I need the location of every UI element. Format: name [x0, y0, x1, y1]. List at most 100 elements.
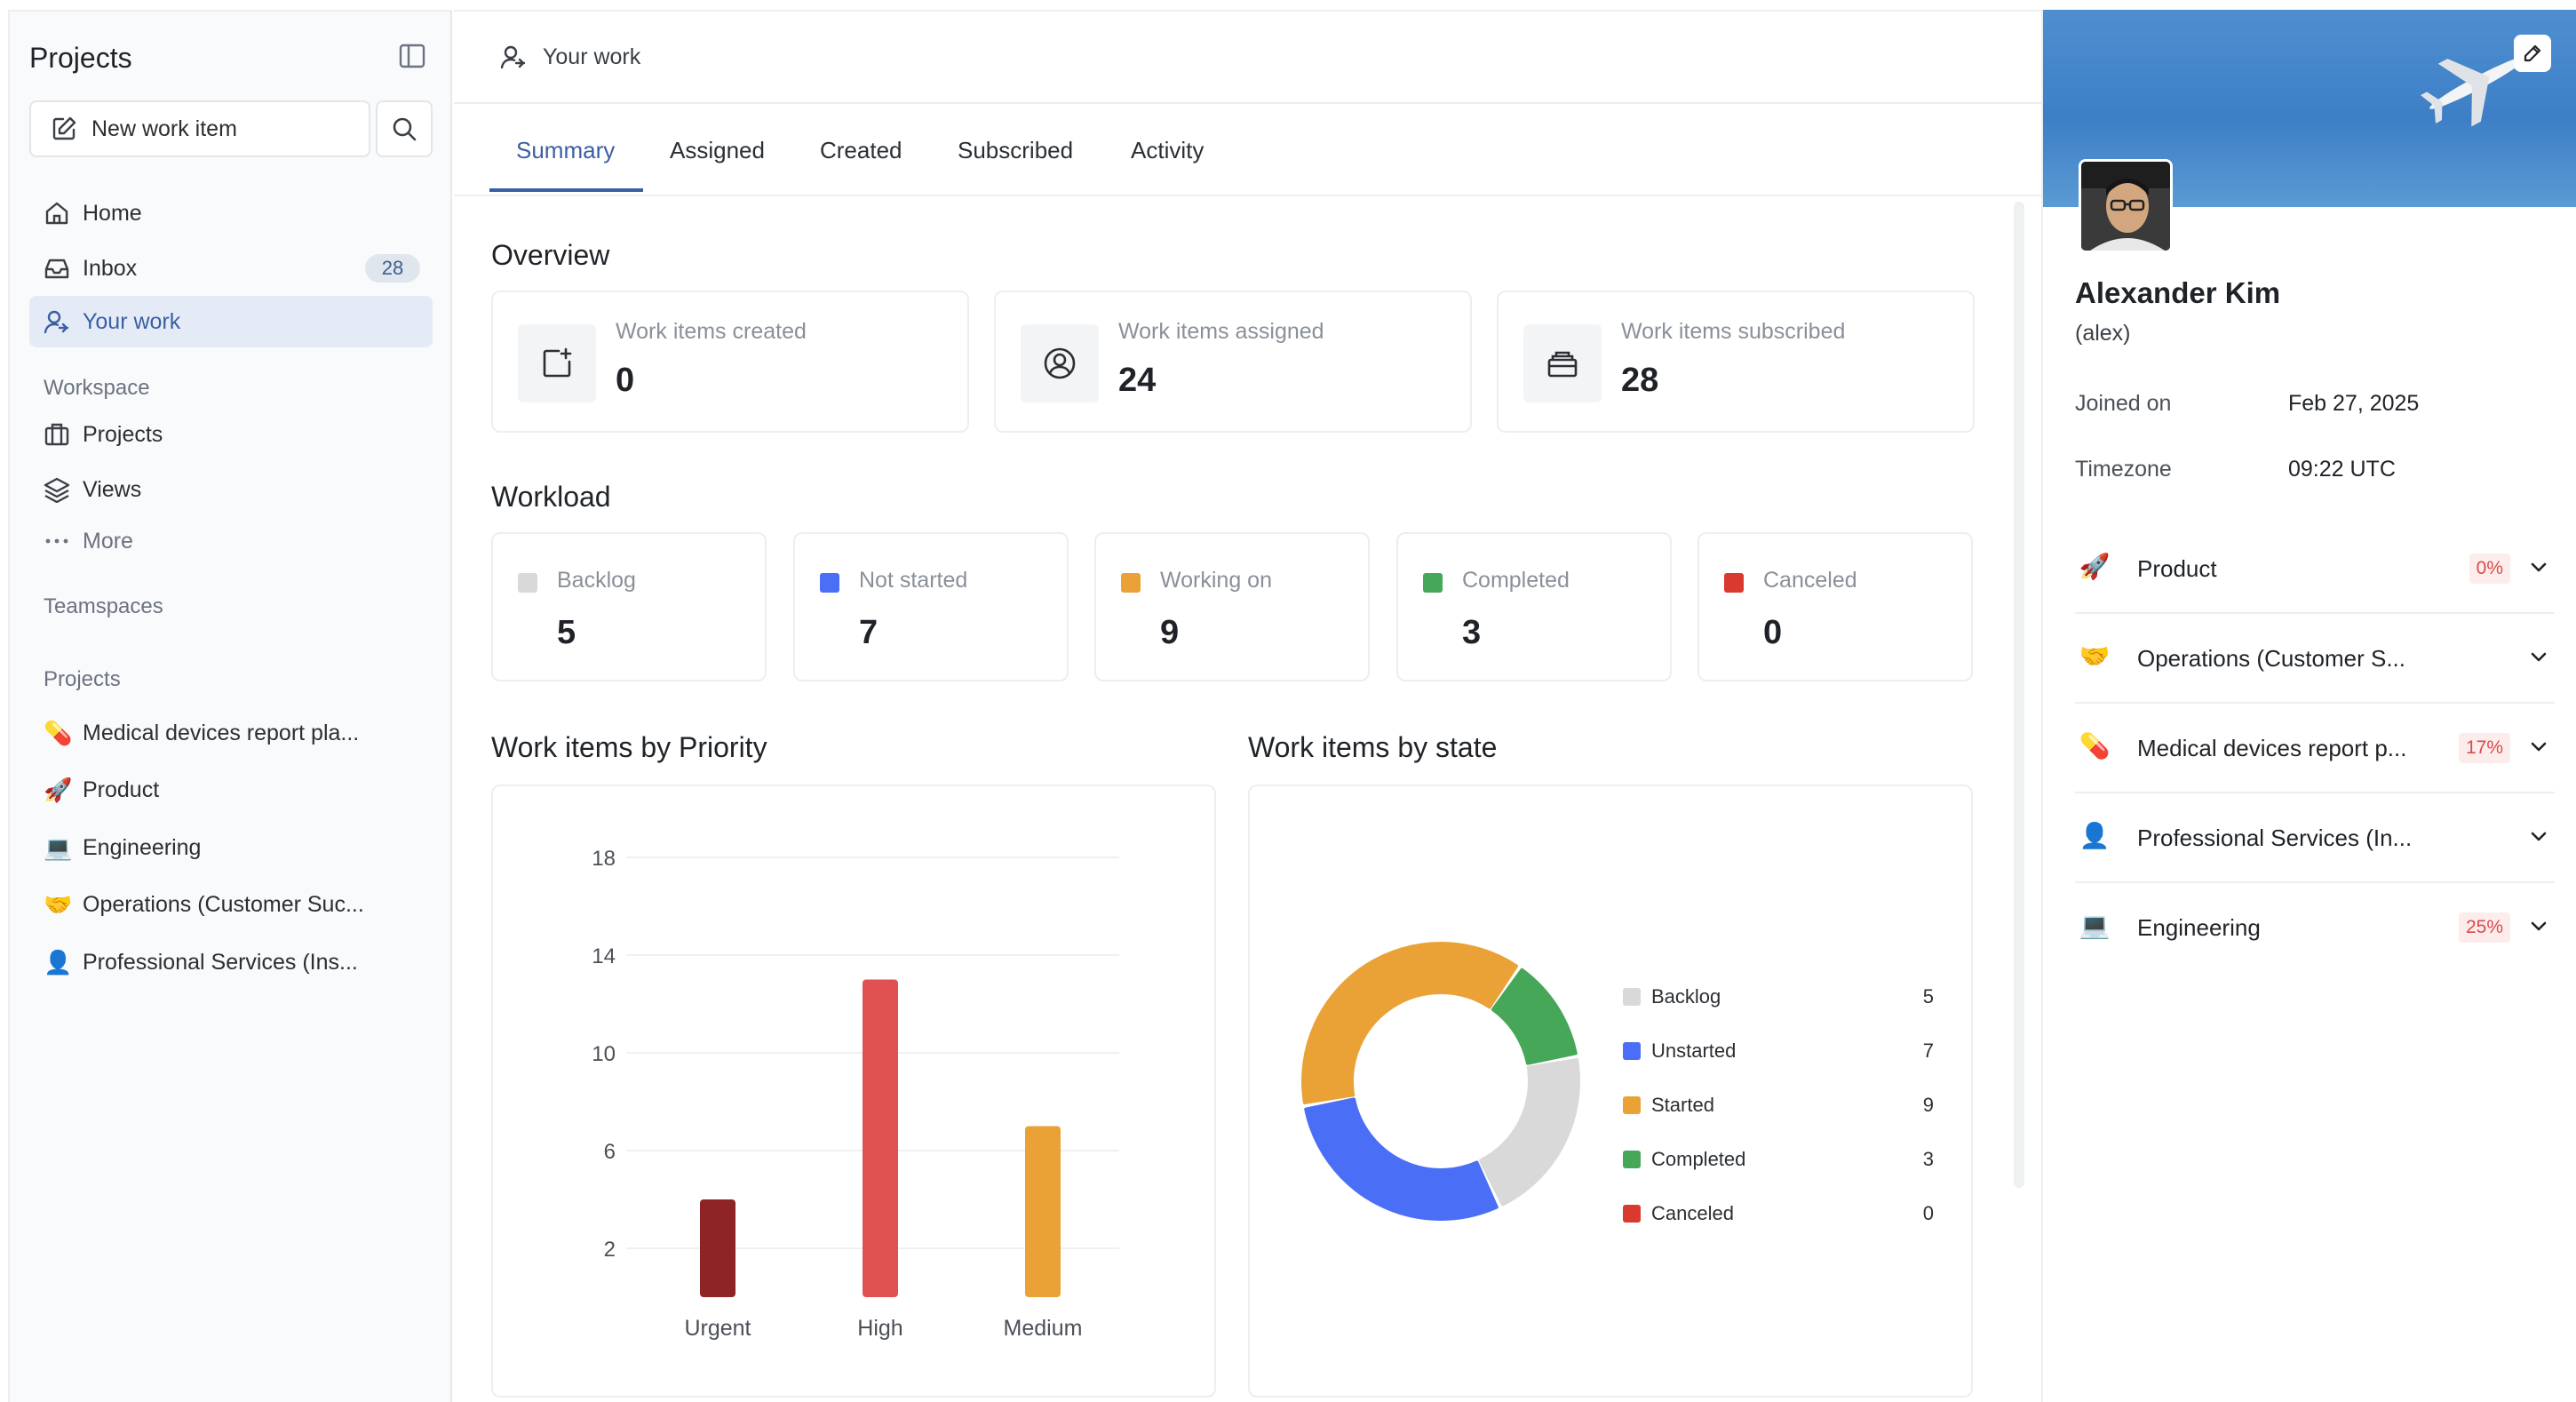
- workload-value: 7: [859, 614, 879, 651]
- canceled-swatch: [1724, 573, 1744, 593]
- workload-card-backlog: Backlog 5: [491, 532, 767, 681]
- x-tick-label: Medium: [1004, 1316, 1083, 1341]
- sidebar: Projects New work item Home Inbox 28 You…: [8, 10, 452, 1402]
- search-button[interactable]: [376, 100, 433, 157]
- workload-label: Backlog: [557, 568, 636, 593]
- nav-inbox[interactable]: Inbox 28: [29, 243, 433, 294]
- projects-section-label[interactable]: Projects: [44, 667, 121, 692]
- profile-username: (alex): [2075, 321, 2131, 346]
- workload-label: Completed: [1462, 568, 1570, 593]
- legend-swatch: [1623, 988, 1641, 1006]
- profile-project-product[interactable]: 🚀 Product 0%: [2075, 525, 2555, 614]
- inbox-count-badge: 28: [365, 254, 420, 283]
- legend-value: 7: [1922, 1040, 1934, 1062]
- workload-label: Working on: [1160, 568, 1272, 593]
- sidebar-title: Projects: [29, 42, 132, 74]
- slice-backlog[interactable]: [1479, 1058, 1580, 1207]
- laptop-icon: 💻: [2079, 912, 2111, 939]
- legend-item-started[interactable]: Started 9: [1623, 1092, 1934, 1119]
- tab-assigned[interactable]: Assigned: [670, 104, 765, 196]
- y-tick-label: 18: [592, 847, 616, 871]
- tab-created[interactable]: Created: [820, 104, 902, 196]
- tab-bar: Summary Assigned Created Subscribed Acti…: [454, 104, 2041, 196]
- sidebar-project-medical[interactable]: 💊 Medical devices report pla...: [29, 707, 433, 759]
- not-started-swatch: [820, 573, 839, 593]
- sidebar-project-label: Medical devices report pla...: [83, 720, 360, 745]
- nav-projects-label: Projects: [83, 421, 163, 447]
- chevron-down-icon[interactable]: [2526, 645, 2551, 670]
- handshake-icon: 🤝: [44, 890, 73, 918]
- state-chart-title: Work items by state: [1248, 731, 1498, 763]
- sidebar-project-operations[interactable]: 🤝 Operations (Customer Suc...: [29, 879, 433, 930]
- legend-swatch: [1623, 1151, 1641, 1168]
- inbox-icon: [44, 259, 69, 279]
- profile-project-name: Product: [2137, 555, 2217, 582]
- sidebar-collapse-icon[interactable]: [399, 44, 425, 68]
- layers-icon: [44, 477, 70, 503]
- workload-value: 9: [1160, 614, 1180, 651]
- bar-urgent[interactable]: [700, 1199, 735, 1297]
- main-scrollbar[interactable]: [2014, 202, 2024, 1188]
- legend-item-unstarted[interactable]: Unstarted 7: [1623, 1038, 1934, 1064]
- search-icon: [393, 117, 417, 141]
- nav-more-label: More: [83, 528, 133, 554]
- chevron-down-icon[interactable]: [2526, 824, 2551, 849]
- sidebar-project-professional[interactable]: 👤 Professional Services (Ins...: [29, 936, 433, 988]
- pencil-icon: [2524, 44, 2541, 62]
- legend-value: 5: [1922, 985, 1934, 1008]
- stat-value: 28: [1621, 362, 1659, 399]
- sidebar-project-product[interactable]: 🚀 Product: [29, 764, 433, 816]
- legend-item-backlog[interactable]: Backlog 5: [1623, 984, 1934, 1010]
- nav-your-work[interactable]: Your work: [29, 296, 433, 347]
- tab-subscribed[interactable]: Subscribed: [958, 104, 1073, 196]
- active-tab-indicator: [489, 188, 643, 192]
- nav-home[interactable]: Home: [29, 187, 433, 239]
- stat-value: 24: [1118, 362, 1157, 399]
- teamspaces-section-label[interactable]: Teamspaces: [44, 594, 163, 619]
- tab-activity[interactable]: Activity: [1131, 104, 1204, 196]
- sidebar-project-label: Product: [83, 777, 160, 802]
- priority-bar-chart: 2 6 10 14 18 Urgent High Medium: [592, 847, 1119, 1341]
- chevron-down-icon[interactable]: [2526, 914, 2551, 939]
- backlog-swatch: [518, 573, 537, 593]
- nav-projects[interactable]: Projects: [29, 409, 433, 460]
- workspace-section-label: Workspace: [44, 376, 150, 400]
- y-tick-label: 14: [592, 944, 616, 968]
- legend-item-completed[interactable]: Completed 3: [1623, 1146, 1934, 1173]
- chevron-down-icon[interactable]: [2526, 555, 2551, 580]
- nav-more[interactable]: More: [29, 515, 433, 567]
- profile-project-medical[interactable]: 💊 Medical devices report p... 17%: [2075, 705, 2555, 793]
- nav-inbox-label: Inbox: [83, 255, 138, 281]
- profile-project-operations[interactable]: 🤝 Operations (Customer S...: [2075, 615, 2555, 704]
- profile-name: Alexander Kim: [2075, 276, 2281, 309]
- new-work-item-button[interactable]: New work item: [29, 100, 370, 157]
- chevron-down-icon[interactable]: [2526, 735, 2551, 760]
- bar-medium[interactable]: [1025, 1126, 1061, 1298]
- person-icon: 👤: [2079, 822, 2111, 849]
- bar-high[interactable]: [863, 979, 898, 1298]
- tab-summary[interactable]: Summary: [516, 104, 615, 196]
- workload-title: Workload: [491, 481, 611, 513]
- pill-icon: 💊: [2079, 732, 2111, 760]
- avatar-photo-icon: [2081, 162, 2170, 251]
- slice-started[interactable]: [1301, 942, 1518, 1104]
- completed-swatch: [1423, 573, 1443, 593]
- overview-title: Overview: [491, 239, 610, 271]
- workload-card-working-on: Working on 9: [1094, 532, 1370, 681]
- nav-your-work-label: Your work: [83, 308, 181, 334]
- profile-project-engineering[interactable]: 💻 Engineering 25%: [2075, 884, 2555, 973]
- person-icon: 👤: [44, 948, 73, 976]
- stat-label: Work items assigned: [1118, 319, 1324, 344]
- legend-item-canceled[interactable]: Canceled 0: [1623, 1200, 1934, 1227]
- handshake-icon: 🤝: [2079, 642, 2111, 670]
- slice-unstarted[interactable]: [1304, 1097, 1499, 1221]
- edit-profile-button[interactable]: [2514, 35, 2551, 72]
- working-on-swatch: [1121, 573, 1141, 593]
- sidebar-project-engineering[interactable]: 💻 Engineering: [29, 822, 433, 873]
- profile-project-professional[interactable]: 👤 Professional Services (In...: [2075, 794, 2555, 883]
- nav-views[interactable]: Views: [29, 464, 433, 515]
- x-tick-label: Urgent: [684, 1316, 751, 1341]
- avatar[interactable]: [2079, 159, 2173, 253]
- state-donut-chart: [1301, 942, 1580, 1221]
- joined-label: Joined on: [2075, 391, 2172, 416]
